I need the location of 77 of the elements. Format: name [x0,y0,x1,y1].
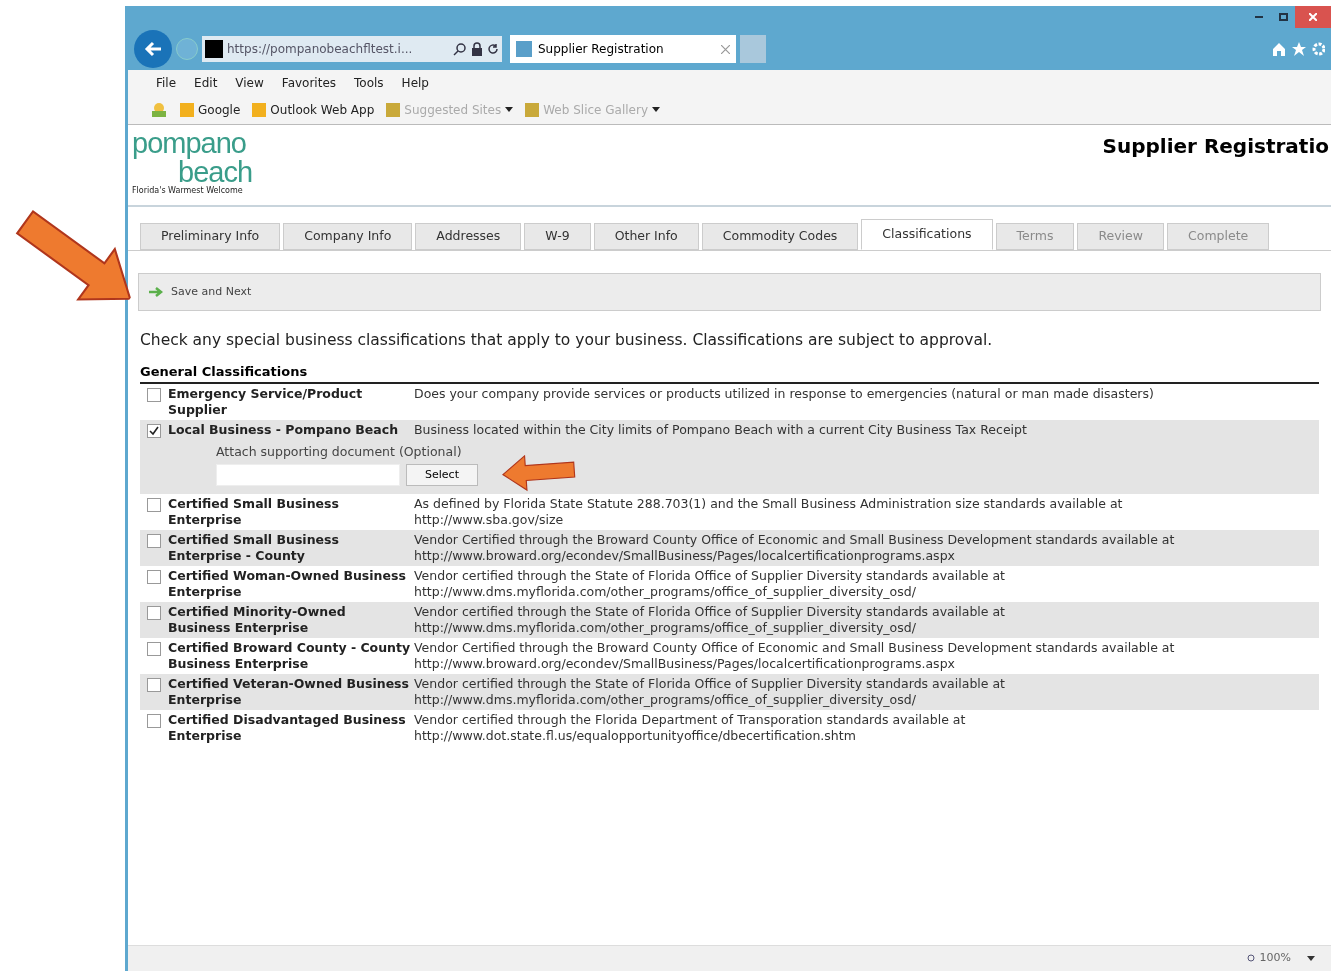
checkbox[interactable] [147,641,161,656]
arrow-icon [149,287,165,297]
site-icon [205,40,223,58]
classification-name: Certified Broward County - County Business Enterprise [168,639,412,672]
search-icon[interactable] [453,42,467,56]
menu-item[interactable]: Tools [354,73,384,92]
favorites-link[interactable]: Google [180,100,241,119]
classification-name: Certified Disadvantaged Business Enterprise [168,711,407,744]
close-icon[interactable] [721,44,730,54]
classification-url: http://www.dms.myflorida.com/other_programs/office_of_supplier_diversity_osd/ [414,583,917,600]
classification-description: Business located within the City limits of Pompano Beach with a current City Business Tax Receipt [414,421,1027,438]
classification-name: Certified Woman-Owned Business Enterprise [168,567,407,600]
classification-url: http://www.dms.myflorida.com/other_programs/office_of_supplier_diversity_osd/ [414,619,917,636]
classification-url: http://www.dot.state.fl.us/equalopportunityoffice/dbecertification.shtm [414,727,857,744]
menu-item[interactable]: Favorites [281,73,337,92]
tab[interactable]: Classifications [861,219,993,250]
logo-drawing: pompano beach Florida's Warmest Welcome [132,129,252,195]
classification-description: Does your company provide services or products utilized in response to emergencies (natural or man made disasters) [414,385,1154,402]
classification-name: Emergency Service/Product Supplier [168,385,364,418]
classification-description: Vendor certified through the State of Florida Office of Supplier Diversity standards available at [414,567,1005,584]
address-bar[interactable]: https://pompanobeachfltest.i... [202,36,502,62]
checkbox[interactable] [147,497,161,512]
settings-icon[interactable] [1311,41,1325,57]
classification-name: Local Business - Pompano Beach [168,421,400,438]
checkbox[interactable] [147,677,161,692]
classification-description: Vendor certified through the State of Florida Office of Supplier Diversity standards available at [414,675,1005,692]
checkbox[interactable] [147,387,161,402]
file-field[interactable] [216,463,400,486]
tab[interactable]: Company Info [283,223,413,250]
tab[interactable]: Commodity Codes [701,223,859,250]
favorites-icon[interactable] [150,101,168,118]
menu-item[interactable]: View [235,73,264,92]
lock-icon [471,42,483,56]
tab[interactable]: Addresses [415,223,522,250]
classification-name: Certified Small Business Enterprise [168,495,340,528]
classification-description: Vendor certified through the Florida Department of Transporation standards available at [414,711,966,728]
classification-description: Vendor Certified through the Broward County Office of Economic and Small Business Development standards available at [414,531,1175,548]
classification-description: Vendor Certified through the Broward County Office of Economic and Small Business Development standards available at [414,639,1175,656]
classification-name: Certified Veteran-Owned Business Enterprise [168,675,410,708]
intro-text: Check any special business classifications that apply to your business. Classifications are subject to approval. [140,330,994,351]
dropdown-icon[interactable] [1307,956,1315,961]
magnifier-icon [1246,953,1257,964]
menu-item[interactable]: File [156,73,177,92]
checkbox[interactable] [147,713,161,728]
close-icon[interactable] [1295,6,1331,28]
favorites-link[interactable]: Outlook Web App [252,100,375,119]
checkbox[interactable] [147,605,161,620]
checkbox[interactable] [147,533,161,548]
refresh-icon[interactable] [487,43,499,55]
classification-name: Certified Minority-Owned Business Enterprise [168,603,347,636]
address-text: https://pompanobeachfltest.i... [227,41,414,58]
classification-url: http://www.broward.org/econdev/SmallBusiness/Pages/localcertificationprograms.aspx [414,547,956,564]
tab-title: Supplier Registration [538,41,665,58]
star-icon[interactable] [1291,41,1307,57]
page-title: Supplier Registratio [1102,133,1329,160]
page-icon [516,41,532,57]
menu-item[interactable]: Edit [194,73,218,92]
save-and-next-button[interactable]: Save and Next [149,283,252,301]
classification-description: As defined by Florida State Statute 288.703(1) and the Small Business Administration size standards available at [414,495,1123,512]
attachment-label: Attach supporting document (Optional) [216,443,463,460]
back-button[interactable] [134,30,172,68]
menu-item[interactable]: Help [401,73,429,92]
tab[interactable]: Preliminary Info [140,223,281,250]
back-arrow-icon [144,41,162,57]
browser-tab[interactable]: Supplier Registration [510,35,736,63]
classification-description: Vendor certified through the State of Florida Office of Supplier Diversity standards available at [414,603,1005,620]
tab[interactable]: W-9 [524,223,591,250]
home-icon[interactable] [1271,41,1287,57]
classification-name: Certified Small Business Enterprise - County [168,531,340,564]
classification-url: http://www.dms.myflorida.com/other_programs/office_of_supplier_diversity_osd/ [414,691,917,708]
select-button[interactable]: Select [406,463,478,486]
zoom-level[interactable]: 100% [1246,950,1291,967]
checkbox[interactable] [147,569,161,584]
classification-url: http://www.sba.gov/size [414,511,565,528]
checkbox[interactable] [147,423,161,438]
classification-url: http://www.broward.org/econdev/SmallBusiness/Pages/localcertificationprograms.aspx [414,655,956,672]
tab[interactable]: Other Info [593,223,699,250]
